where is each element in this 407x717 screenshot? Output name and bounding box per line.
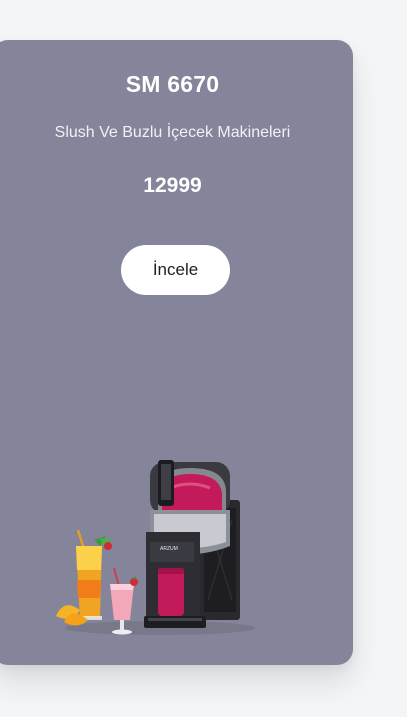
inspect-button[interactable]: İncele bbox=[121, 245, 230, 295]
machine-brand-label: ARZUM bbox=[160, 546, 178, 552]
product-title: SM 6670 bbox=[125, 71, 220, 97]
mango-drink-icon bbox=[56, 529, 112, 626]
product-price: 12999 bbox=[143, 174, 202, 197]
product-image: ARZUM bbox=[56, 460, 255, 635]
product-category: Slush Ve Buzlu İçecek Makineleri bbox=[54, 124, 291, 141]
product-card[interactable]: SM 6670 Slush Ve Buzlu İçecek Makineleri… bbox=[0, 40, 353, 665]
slush-machine-icon: ARZUM bbox=[144, 460, 240, 628]
